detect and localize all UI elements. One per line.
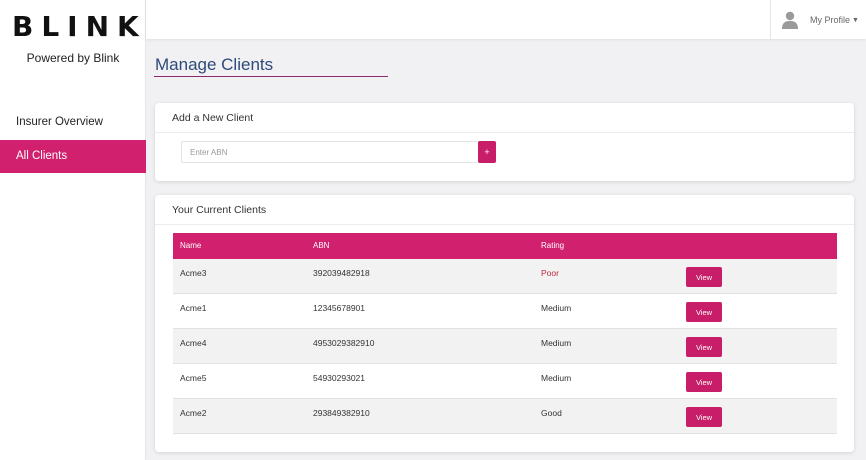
- topbar-divider: [770, 0, 771, 39]
- brand-logo[interactable]: BLINK: [12, 12, 139, 42]
- title-underline: [154, 76, 388, 77]
- column-header-name: Name: [180, 241, 202, 250]
- sidebar: BLINK Powered by Blink Insurer Overview …: [0, 0, 146, 460]
- table-row: Acme1 12345678901 Medium View: [173, 294, 837, 329]
- client-abn: 392039482918: [313, 268, 370, 278]
- client-name: Acme3: [180, 268, 207, 278]
- column-header-abn: ABN: [313, 241, 330, 250]
- client-abn: 54930293021: [313, 373, 366, 383]
- table-row: Acme5 54930293021 Medium View: [173, 364, 837, 399]
- client-rating: Medium: [541, 373, 572, 383]
- add-client-button[interactable]: +: [478, 141, 496, 163]
- table-row: Acme4 4953029382910 Medium View: [173, 329, 837, 364]
- my-profile-dropdown[interactable]: My Profile ▼: [782, 10, 859, 30]
- view-client-button[interactable]: View: [686, 337, 722, 357]
- view-client-button[interactable]: View: [686, 302, 722, 322]
- view-client-button[interactable]: View: [686, 407, 722, 427]
- powered-by-text: Powered by Blink: [26, 51, 120, 65]
- client-rating: Poor: [541, 268, 559, 278]
- client-abn: 4953029382910: [313, 338, 375, 348]
- view-client-button[interactable]: View: [686, 372, 722, 392]
- client-name: Acme5: [180, 373, 207, 383]
- client-abn: 12345678901: [313, 303, 366, 313]
- sidebar-item-insurer-overview[interactable]: Insurer Overview: [0, 106, 146, 139]
- add-client-heading: Add a New Client: [155, 103, 854, 133]
- client-rating: Medium: [541, 303, 572, 313]
- client-rating: Good: [541, 408, 562, 418]
- table-header: Name ABN Rating: [173, 233, 837, 259]
- client-rating: Medium: [541, 338, 572, 348]
- table-body: Acme3 392039482918 Poor View Acme1 12345…: [173, 259, 837, 434]
- client-name: Acme1: [180, 303, 207, 313]
- current-clients-card: Your Current Clients Name ABN Rating Acm…: [155, 195, 854, 452]
- clients-table: Name ABN Rating Acme3 392039482918 Poor …: [173, 233, 837, 434]
- add-client-card: Add a New Client +: [155, 103, 854, 181]
- client-name: Acme2: [180, 408, 207, 418]
- column-header-rating: Rating: [541, 241, 565, 250]
- caret-down-icon: ▼: [852, 16, 859, 24]
- table-row: Acme2 293849382910 Good View: [173, 399, 837, 434]
- table-row: Acme3 392039482918 Poor View: [173, 259, 837, 294]
- current-clients-heading: Your Current Clients: [155, 195, 854, 225]
- abn-input[interactable]: [181, 141, 479, 163]
- page-title: Manage Clients: [155, 55, 274, 74]
- client-abn: 293849382910: [313, 408, 370, 418]
- user-icon: [782, 11, 798, 29]
- top-bar: [146, 0, 866, 39]
- client-name: Acme4: [180, 338, 207, 348]
- view-client-button[interactable]: View: [686, 267, 722, 287]
- my-profile-label: My Profile: [810, 15, 851, 25]
- sidebar-item-all-clients[interactable]: All Clients: [0, 140, 146, 173]
